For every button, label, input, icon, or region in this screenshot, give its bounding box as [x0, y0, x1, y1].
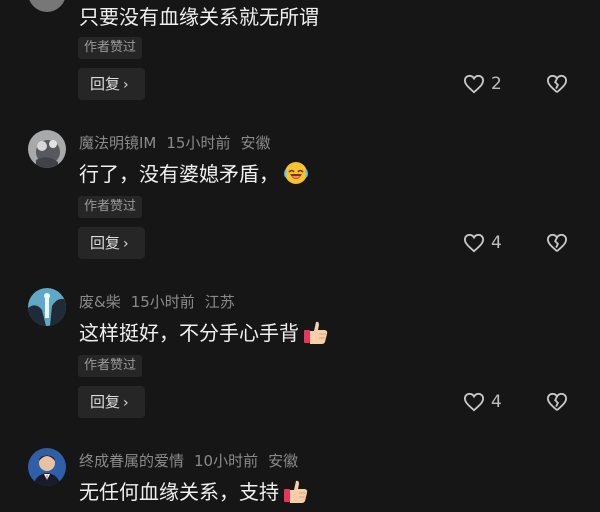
like-count: 4	[491, 233, 502, 253]
location: 安徽	[240, 134, 271, 152]
broken-heart-icon	[546, 392, 568, 411]
comment-meta: 废&柴 15小时前 江苏	[79, 291, 245, 312]
comment-text: 这样挺好，不分手心手背	[79, 317, 329, 346]
comment-text-content: 行了，没有婆媳矛盾，	[79, 162, 279, 186]
avatar-image	[28, 288, 66, 326]
comment-text: 无任何血缘关系，支持	[79, 476, 309, 505]
heart-icon	[463, 74, 485, 94]
timestamp: 10小时前	[194, 452, 259, 470]
comment-text-content: 只要没有血缘关系就无所谓	[79, 5, 319, 29]
broken-heart-icon	[546, 233, 568, 252]
laughing-face-emoji	[284, 161, 308, 184]
username[interactable]: 废&柴	[79, 293, 121, 311]
dislike-button[interactable]	[546, 233, 568, 257]
author-liked-badge: 作者赞过	[78, 37, 143, 59]
thumbs-up-emoji	[304, 321, 328, 344]
like-count: 4	[491, 392, 502, 412]
heart-icon	[463, 392, 485, 412]
reply-button[interactable]: 回复 ›	[78, 68, 145, 100]
heart-icon	[463, 233, 485, 253]
timestamp: 15小时前	[130, 293, 195, 311]
comment-text-content: 这样挺好，不分手心手背	[79, 321, 299, 345]
reply-label: 回复	[90, 393, 121, 411]
comment-meta: 终成眷属的爱情 10小时前 安徽	[79, 450, 308, 471]
avatar[interactable]	[28, 130, 66, 168]
comment-text: 只要没有血缘关系就无所谓	[79, 1, 319, 30]
chevron-right-icon: ›	[123, 77, 129, 93]
author-liked-badge: 作者赞过	[78, 355, 143, 377]
dislike-button[interactable]	[546, 392, 568, 416]
comment-text-content: 无任何血缘关系，支持	[79, 480, 279, 504]
like-button[interactable]: 4	[463, 392, 502, 412]
like-button[interactable]: 2	[463, 74, 502, 94]
avatar[interactable]	[28, 448, 66, 486]
author-liked-badge: 作者赞过	[78, 196, 143, 218]
broken-heart-icon	[546, 74, 568, 93]
comment-text: 行了，没有婆媳矛盾，	[79, 158, 309, 187]
reply-button[interactable]: 回复 ›	[78, 386, 145, 418]
reply-label: 回复	[90, 75, 121, 93]
location: 江苏	[204, 293, 235, 311]
chevron-right-icon: ›	[123, 395, 129, 411]
location: 安徽	[268, 452, 299, 470]
reply-button[interactable]: 回复 ›	[78, 227, 145, 259]
username[interactable]: 终成眷属的爱情	[79, 452, 184, 470]
thumbs-up-emoji	[284, 480, 308, 503]
chevron-right-icon: ›	[123, 236, 129, 252]
avatar-image	[28, 130, 66, 168]
dislike-button[interactable]	[546, 74, 568, 98]
comment-meta: 魔法明镜IM 15小时前 安徽	[79, 132, 280, 153]
like-count: 2	[491, 74, 502, 94]
avatar[interactable]	[28, 0, 66, 12]
timestamp: 15小时前	[166, 134, 231, 152]
avatar[interactable]	[28, 288, 66, 326]
username[interactable]: 魔法明镜IM	[79, 134, 156, 152]
reply-label: 回复	[90, 234, 121, 252]
like-button[interactable]: 4	[463, 233, 502, 253]
avatar-image	[28, 448, 66, 486]
